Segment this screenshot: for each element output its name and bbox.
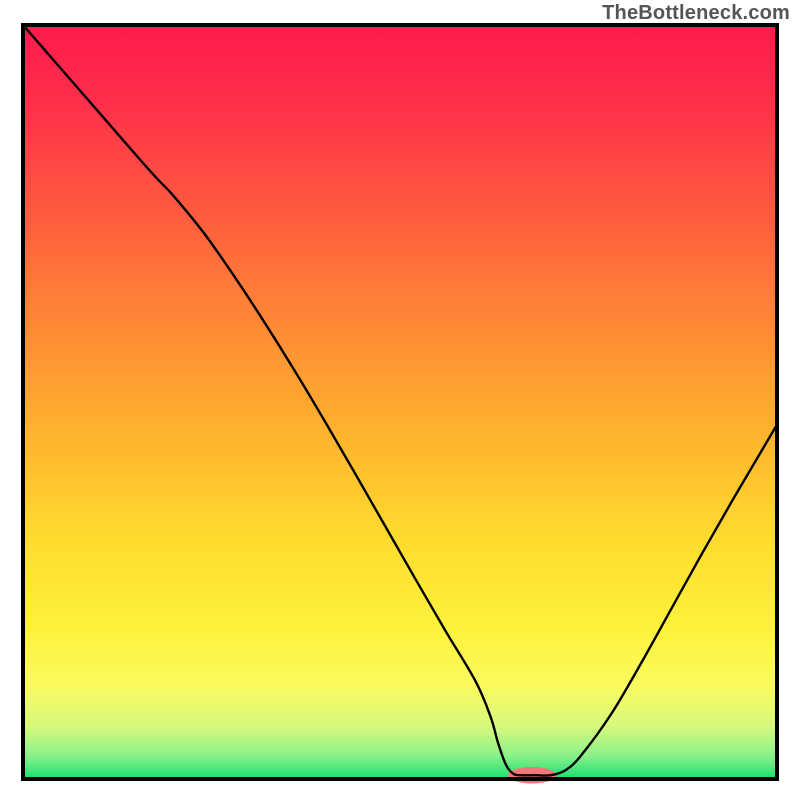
watermark-text: TheBottleneck.com	[602, 2, 790, 25]
gradient-background	[23, 25, 777, 779]
bottleneck-chart	[0, 0, 800, 800]
